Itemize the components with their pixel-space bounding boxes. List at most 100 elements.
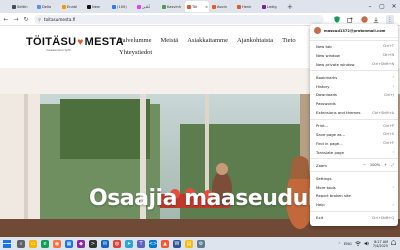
menu-icon[interactable]: ⋮ — [386, 15, 394, 24]
menu-item-print[interactable]: Print... Ctrl+P — [310, 121, 398, 130]
browser-tab[interactable]: Avoin — [210, 1, 234, 12]
mail-icon[interactable]: ✉ — [101, 239, 109, 248]
forward-button[interactable]: → — [12, 14, 20, 24]
store-icon[interactable]: ▦ — [65, 239, 73, 248]
chevron-up-icon[interactable]: ⌃ — [338, 242, 341, 246]
photos-icon[interactable]: ◆ — [77, 239, 85, 248]
main-nav: Palvelumme Meistä Asiakkaitamme Ajankoht… — [119, 37, 296, 44]
menu-item-label: Print... — [316, 123, 329, 129]
menu-item-passwords[interactable]: Passwords — [310, 99, 398, 108]
bell-icon[interactable] — [390, 240, 397, 247]
close-button[interactable]: ✕ — [388, 0, 400, 13]
close-tab-icon[interactable]: × — [205, 5, 209, 9]
new-tab-button[interactable]: + — [287, 3, 293, 11]
zoom-out-button[interactable]: − — [363, 163, 366, 167]
menu-item-more-tools[interactable]: More tools › — [310, 183, 398, 192]
menu-shortcut: Ctrl+S — [382, 132, 394, 137]
menu-item-translate-page[interactable]: Translate page › — [310, 148, 398, 157]
browser-tab[interactable]: Ledig — [260, 1, 284, 12]
menu-item-label: Translate page — [316, 149, 344, 155]
menu-item-label: Passwords — [316, 101, 336, 107]
zoom-in-button[interactable]: + — [384, 163, 387, 167]
browser-tab[interactable]: Enabl — [60, 1, 84, 12]
firefox-icon[interactable]: ◉ — [53, 239, 61, 248]
nav-item-yhteystiedot[interactable]: Yhteystiedot — [119, 49, 152, 56]
chevron-right-icon: › — [392, 84, 394, 88]
menu-item-label: History — [316, 83, 330, 89]
menu-item-find-in-page[interactable]: Find in page... Ctrl+F — [310, 139, 398, 148]
chevron-right-icon: › — [392, 185, 394, 190]
menu-item-label: Exit — [316, 215, 324, 221]
chevron-right-icon: › — [392, 75, 394, 80]
clock[interactable]: 8:27 AM 7/4/2025 — [373, 240, 388, 248]
maximize-button[interactable]: ▢ — [376, 0, 388, 13]
brave-icon[interactable]: ▲ — [161, 239, 169, 248]
favicon-icon — [162, 4, 166, 9]
browser-tab[interactable]: Töi × — [185, 1, 209, 12]
menu-item-downloads[interactable]: Downloads Ctrl+J — [310, 90, 398, 99]
notes-icon[interactable]: ▤ — [185, 239, 193, 248]
logo-tagline: maaseudun työt — [46, 48, 71, 52]
menu-item-extensions-and-themes[interactable]: Extensions and themes Ctrl+Shift+A — [310, 108, 398, 117]
volume-icon[interactable] — [364, 241, 370, 247]
menu-item-save-page-as[interactable]: Save page as... Ctrl+S — [310, 130, 398, 139]
settings-icon[interactable]: ⚙ — [197, 239, 205, 248]
wifi-icon[interactable] — [355, 240, 361, 247]
menu-profile[interactable]: masoud1372@protonmail.com — [310, 24, 398, 38]
menu-shortcut: Ctrl+F — [383, 141, 394, 146]
extensions-icon[interactable] — [346, 15, 354, 24]
telegram-icon[interactable]: ➤ — [125, 239, 133, 248]
menu-item-history[interactable]: History › — [310, 82, 398, 91]
start-button[interactable] — [3, 239, 11, 248]
nav-item-palvelumme[interactable]: Palvelumme — [119, 37, 152, 44]
chevron-right-icon: › — [392, 202, 394, 207]
url-text: toitasumesta.fi — [43, 17, 76, 22]
nav-item-tieto[interactable]: Tieto — [282, 37, 296, 44]
code-icon[interactable]: <> — [149, 239, 157, 248]
language-indicator[interactable]: ENG — [344, 242, 352, 246]
profile-icon[interactable] — [360, 15, 368, 24]
menu-item-new-window[interactable]: New window Ctrl+N — [310, 51, 398, 60]
menu-item-settings[interactable]: Settings — [310, 174, 398, 183]
zoom-value: 100% — [369, 163, 381, 168]
menu-item-help[interactable]: Help › — [310, 200, 398, 209]
menu-item-new-tab[interactable]: New tab Ctrl+T — [310, 42, 398, 51]
terminal-icon[interactable]: > — [89, 239, 97, 248]
chrome-icon[interactable]: ◍ — [113, 239, 121, 248]
nav-item-meista[interactable]: Meistä — [161, 37, 179, 44]
site-info-icon[interactable]: ⚲ — [38, 17, 41, 22]
teams-icon[interactable]: T — [137, 239, 145, 248]
browser-tab[interactable]: Kasvinh — [160, 1, 184, 12]
tab-label: Avoin — [217, 4, 227, 9]
browser-tab[interactable]: Dello — [35, 1, 59, 12]
nav-item-ajankohtaista[interactable]: Ajankohtaista — [237, 37, 273, 44]
browser-tab[interactable]: Henk — [235, 1, 259, 12]
address-bar[interactable]: ⚲ toitasumesta.fi — [34, 15, 324, 24]
search-icon[interactable]: ⌕ — [17, 239, 25, 248]
browser-tab[interactable]: (100) — [110, 1, 134, 12]
menu-item-bookmarks[interactable]: Bookmarks › — [310, 73, 398, 82]
menu-item-label: New private window — [316, 61, 355, 67]
menu-item-report-broken-site[interactable]: Report broken site — [310, 191, 398, 200]
window-controls: – ▢ ✕ — [364, 0, 400, 13]
avatar — [314, 27, 321, 34]
shield-icon[interactable] — [333, 15, 341, 24]
word-icon[interactable]: W — [173, 239, 181, 248]
browser-tab[interactable]: آنلاین — [135, 1, 159, 12]
downloads-icon[interactable] — [372, 15, 380, 24]
menu-item-exit[interactable]: Exit Ctrl+Shift+Q — [310, 213, 398, 222]
file-explorer-icon[interactable]: ▭ — [29, 239, 37, 248]
menu-item-label: Report broken site — [316, 193, 351, 199]
reload-button[interactable]: ↻ — [22, 14, 30, 24]
favicon-icon — [137, 4, 141, 9]
favicon-icon — [62, 4, 66, 9]
fullscreen-icon[interactable]: ⤢ — [391, 163, 394, 167]
minimize-button[interactable]: – — [364, 0, 376, 13]
edge-icon[interactable]: e — [41, 239, 49, 248]
back-button[interactable]: ← — [2, 14, 10, 24]
browser-tab[interactable]: New — [85, 1, 109, 12]
browser-tab[interactable]: Settin — [10, 1, 34, 12]
site-logo[interactable]: TÖITÄSU ♥ MESTA — [26, 36, 124, 48]
nav-item-asiakkaitamme[interactable]: Asiakkaitamme — [187, 37, 228, 44]
menu-item-new-private-window[interactable]: New private window Ctrl+Shift+N — [310, 60, 398, 69]
